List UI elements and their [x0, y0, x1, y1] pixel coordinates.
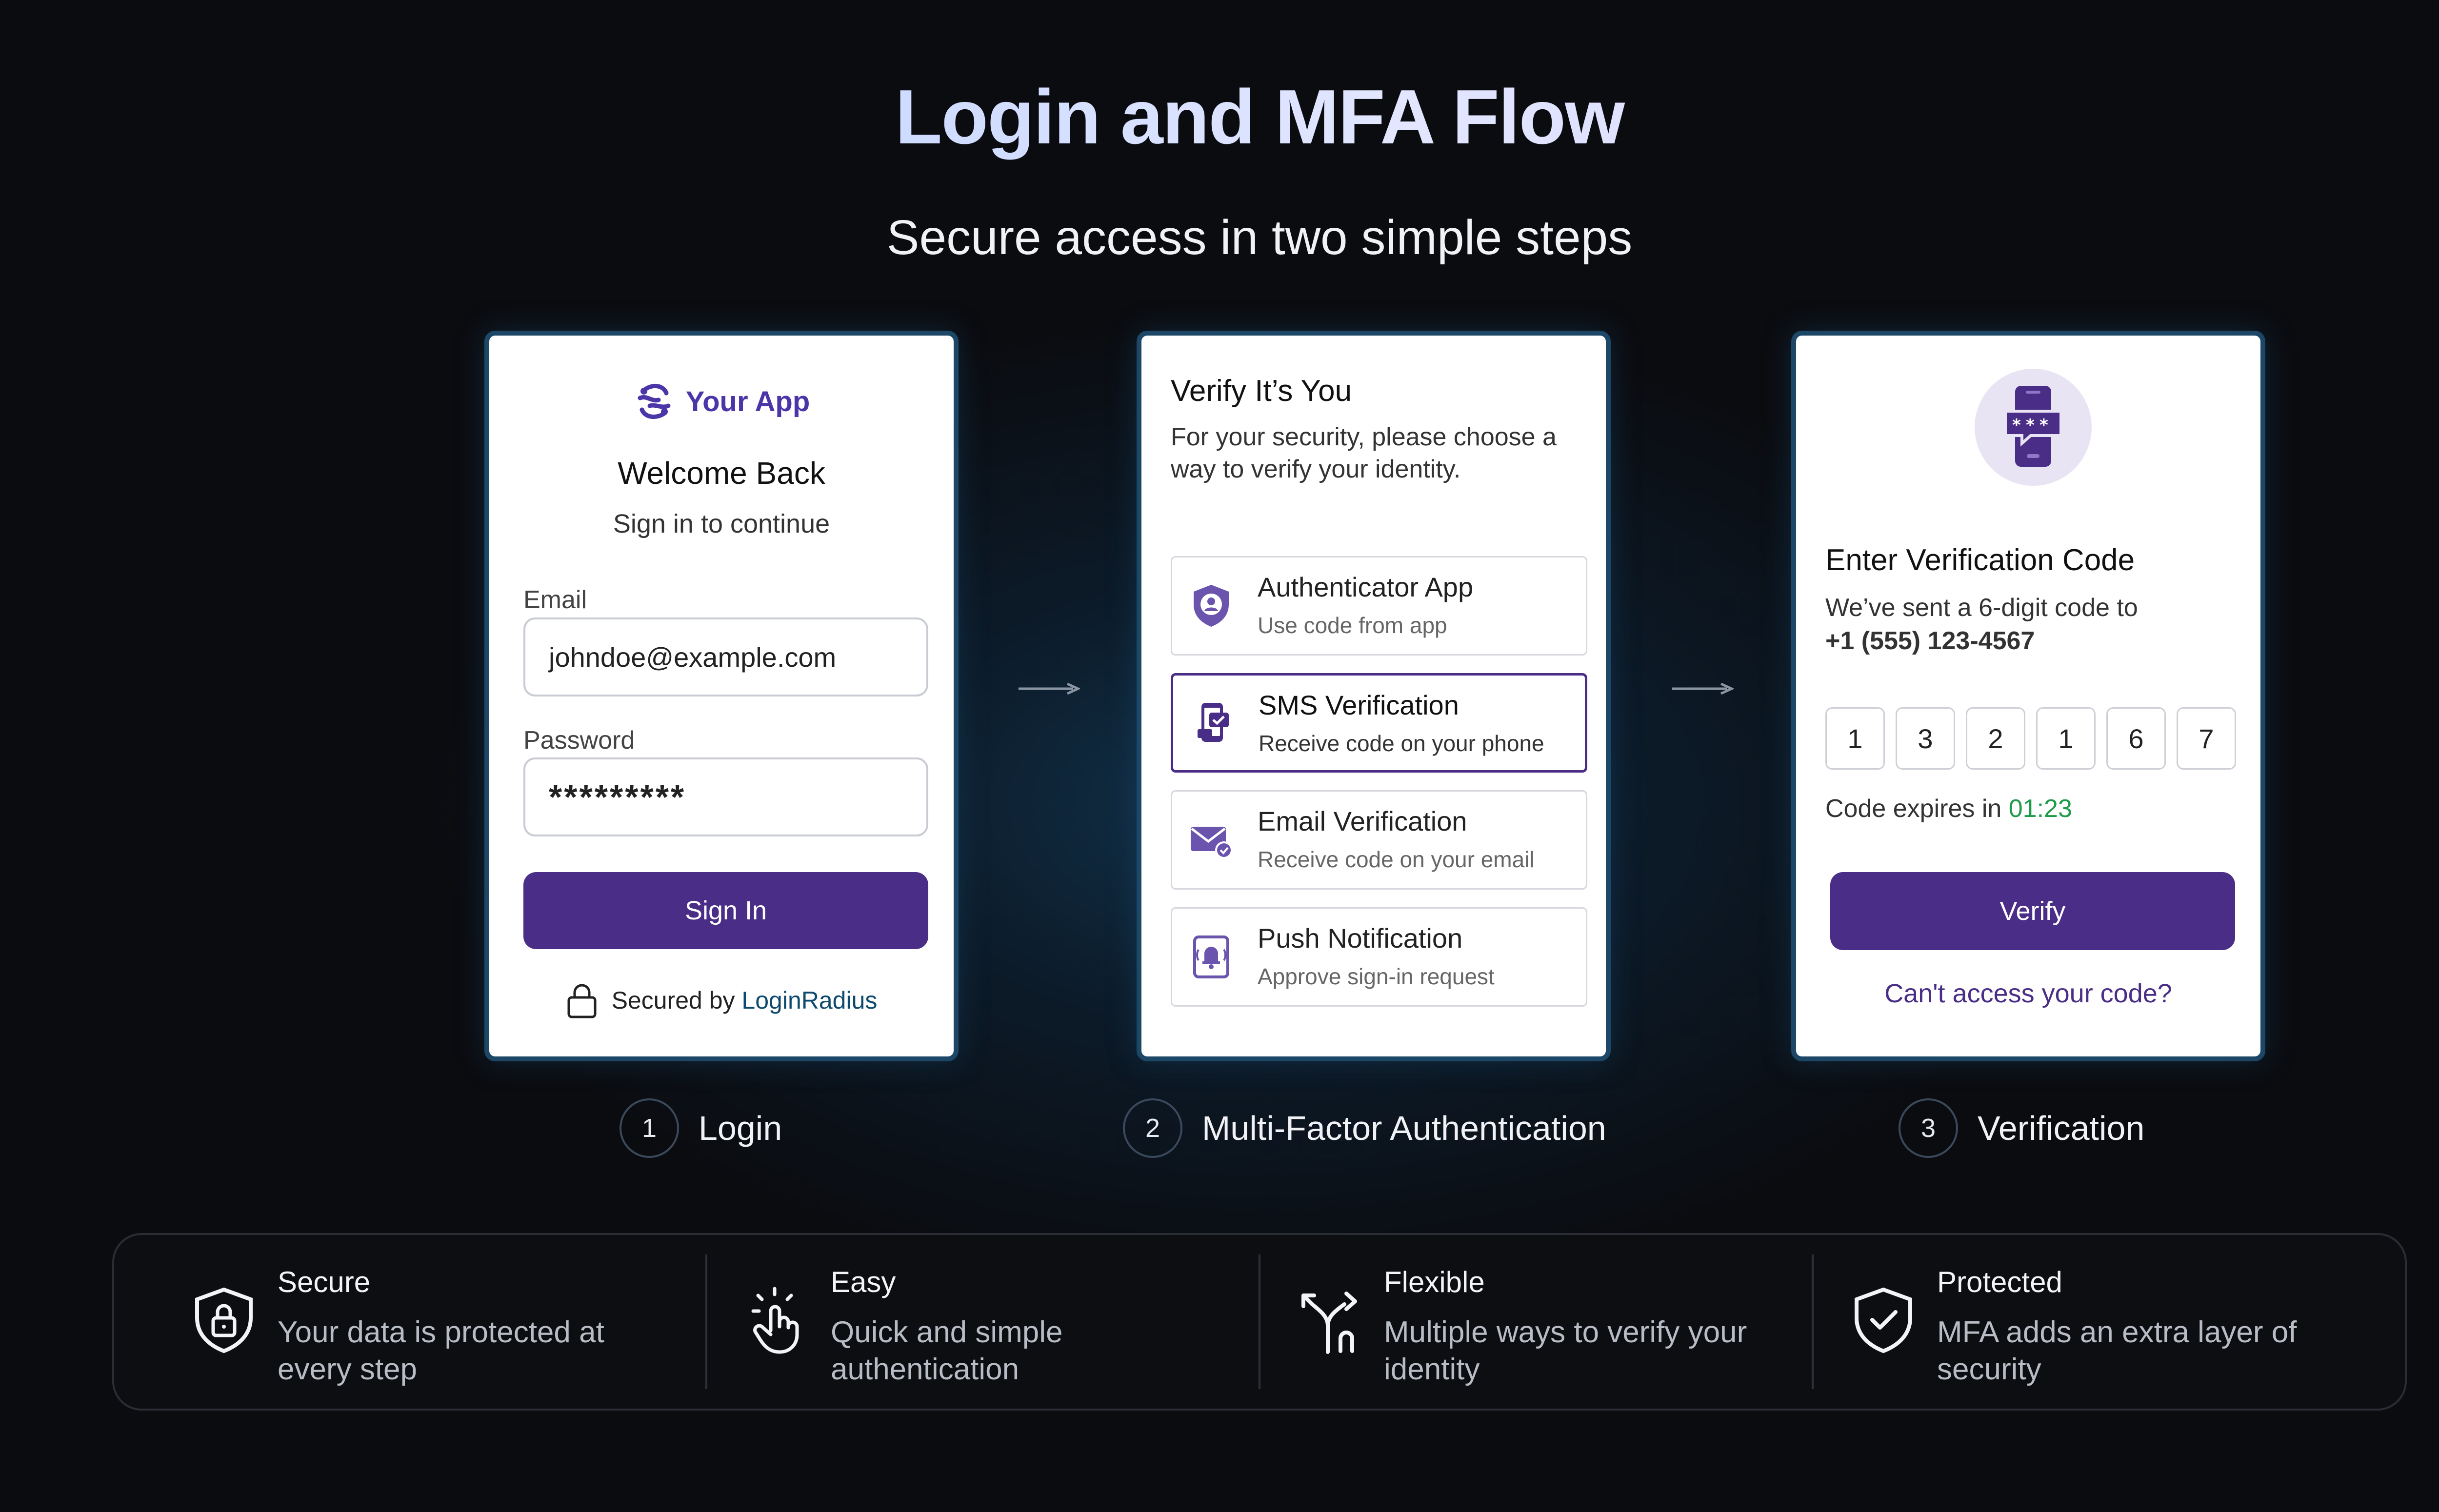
option-sms-verification[interactable]: SMS Verification Receive code on your ph…	[1171, 673, 1587, 773]
page: Login and MFA Flow Secure access in two …	[0, 0, 2439, 1512]
feature-title: Flexible	[1384, 1266, 1485, 1298]
arrow-right-icon	[1019, 683, 1080, 695]
phone-badge: * * *	[1975, 369, 2092, 486]
countdown-timer: 01:23	[2008, 795, 2072, 823]
code-digit-input[interactable]: 6	[2106, 707, 2166, 770]
feature-description: Your data is protected at every step	[278, 1315, 604, 1386]
feature-flexible: Flexible Multiple ways to verify your id…	[1220, 1235, 1774, 1409]
lock-icon	[567, 984, 597, 1018]
step-label: Verification	[1978, 1109, 2145, 1147]
feature-secure: Secure Your data is protected at every s…	[114, 1235, 667, 1409]
cant-access-link[interactable]: Can't access your code?	[1796, 978, 2260, 1009]
option-subtitle: Use code from app	[1258, 613, 1447, 638]
verify-button[interactable]: Verify	[1830, 872, 2235, 950]
option-title: Authenticator App	[1258, 572, 1474, 602]
step-number: 2	[1123, 1098, 1182, 1158]
bell-phone-icon	[1193, 935, 1229, 978]
secured-by-text: Secured by	[611, 987, 735, 1014]
step-number: 1	[620, 1098, 679, 1158]
verification-title: Enter Verification Code	[1825, 543, 2135, 577]
login-card: Your App Welcome Back Sign in to continu…	[484, 331, 959, 1061]
shield-check-icon	[1855, 1287, 1912, 1353]
feature-easy: Easy Quick and simple authentication	[667, 1235, 1220, 1409]
password-field[interactable]: *********	[523, 757, 928, 836]
option-subtitle: Receive code on your email	[1258, 847, 1535, 872]
verification-card: * * * Enter Verification Code We’ve sent a…	[1791, 331, 2265, 1061]
mfa-description: For your security, please choose a way t…	[1171, 423, 1557, 483]
email-value: johndoe@example.com	[549, 641, 837, 673]
app-logo-icon	[638, 384, 671, 419]
mfa-title: Verify It’s You	[1171, 374, 1352, 408]
envelope-check-icon	[1191, 827, 1233, 859]
step-label: Login	[699, 1109, 782, 1147]
option-title: Email Verification	[1258, 806, 1467, 836]
option-authenticator-app[interactable]: Authenticator App Use code from app	[1171, 556, 1587, 656]
mfa-card: Verify It’s You For your security, pleas…	[1137, 331, 1611, 1061]
email-field[interactable]: johndoe@example.com	[523, 617, 928, 696]
step-label: Multi-Factor Authentication	[1202, 1109, 1606, 1147]
app-brand: Your App	[489, 380, 954, 422]
password-value: *********	[549, 778, 686, 816]
feature-description: Multiple ways to verify your identity	[1384, 1315, 1747, 1386]
expires-label: Code expires in	[1825, 795, 2002, 823]
feature-title: Easy	[831, 1266, 896, 1298]
feature-protected: Protected MFA adds an extra layer of sec…	[1774, 1235, 2327, 1409]
code-expiry: Code expires in 01:23	[1825, 794, 2072, 823]
feature-description: Quick and simple authentication	[831, 1315, 1063, 1386]
code-input-group: 1 3 2 1 6 7	[1825, 707, 2236, 770]
sign-in-label: Sign In	[684, 896, 767, 925]
shield-user-icon	[1194, 585, 1229, 627]
tap-hand-icon	[751, 1287, 799, 1354]
option-subtitle: Approve sign-in request	[1258, 964, 1495, 989]
page-title: Login and MFA Flow	[0, 73, 2439, 161]
option-title: Push Notification	[1258, 923, 1463, 954]
option-title: SMS Verification	[1259, 690, 1459, 720]
option-email-verification[interactable]: Email Verification Receive code on your …	[1171, 790, 1587, 890]
sign-in-button[interactable]: Sign In	[523, 872, 928, 949]
email-label: Email	[523, 586, 587, 614]
feature-description: MFA adds an extra layer of security	[1937, 1315, 2297, 1386]
split-arrows-icon	[1301, 1292, 1357, 1354]
shield-lock-icon	[195, 1287, 253, 1353]
arrow-right-icon	[1672, 683, 1734, 695]
features-panel: Secure Your data is protected at every s…	[112, 1233, 2407, 1411]
svg-text:*: *	[2026, 416, 2035, 435]
verification-description: We’ve sent a 6-digit code to	[1825, 594, 2138, 622]
code-digit-input[interactable]: 1	[2036, 707, 2096, 770]
code-digit-input[interactable]: 7	[2177, 707, 2236, 770]
svg-text:*: *	[2012, 416, 2021, 435]
verify-label: Verify	[1999, 896, 2066, 926]
option-subtitle: Receive code on your phone	[1259, 731, 1544, 756]
code-digit-input[interactable]: 2	[1966, 707, 2025, 770]
welcome-title: Welcome Back	[618, 456, 825, 491]
feature-title: Secure	[278, 1266, 371, 1298]
provider-link[interactable]: LoginRadius	[741, 987, 877, 1014]
app-name: Your App	[685, 385, 810, 418]
step-mfa: 2 Multi-Factor Authentication	[1123, 1096, 1606, 1160]
phone-number: +1 (555) 123-4567	[1825, 627, 2035, 655]
phone-message-icon	[1198, 703, 1229, 742]
phone-password-icon: * * *	[2004, 386, 2062, 467]
option-push-notification[interactable]: Push Notification Approve sign-in reques…	[1171, 907, 1587, 1007]
password-label: Password	[523, 726, 635, 755]
step-login: 1 Login	[620, 1096, 782, 1160]
welcome-subtitle: Sign in to continue	[613, 509, 830, 538]
feature-title: Protected	[1937, 1266, 2062, 1298]
code-digit-input[interactable]: 3	[1896, 707, 1955, 770]
step-number: 3	[1899, 1098, 1958, 1158]
secured-by: Secured by LoginRadius	[489, 982, 954, 1019]
step-verification: 3 Verification	[1899, 1096, 2144, 1160]
code-digit-input[interactable]: 1	[1825, 707, 1885, 770]
page-subtitle: Secure access in two simple steps	[886, 210, 1633, 265]
svg-text:*: *	[2039, 416, 2048, 435]
